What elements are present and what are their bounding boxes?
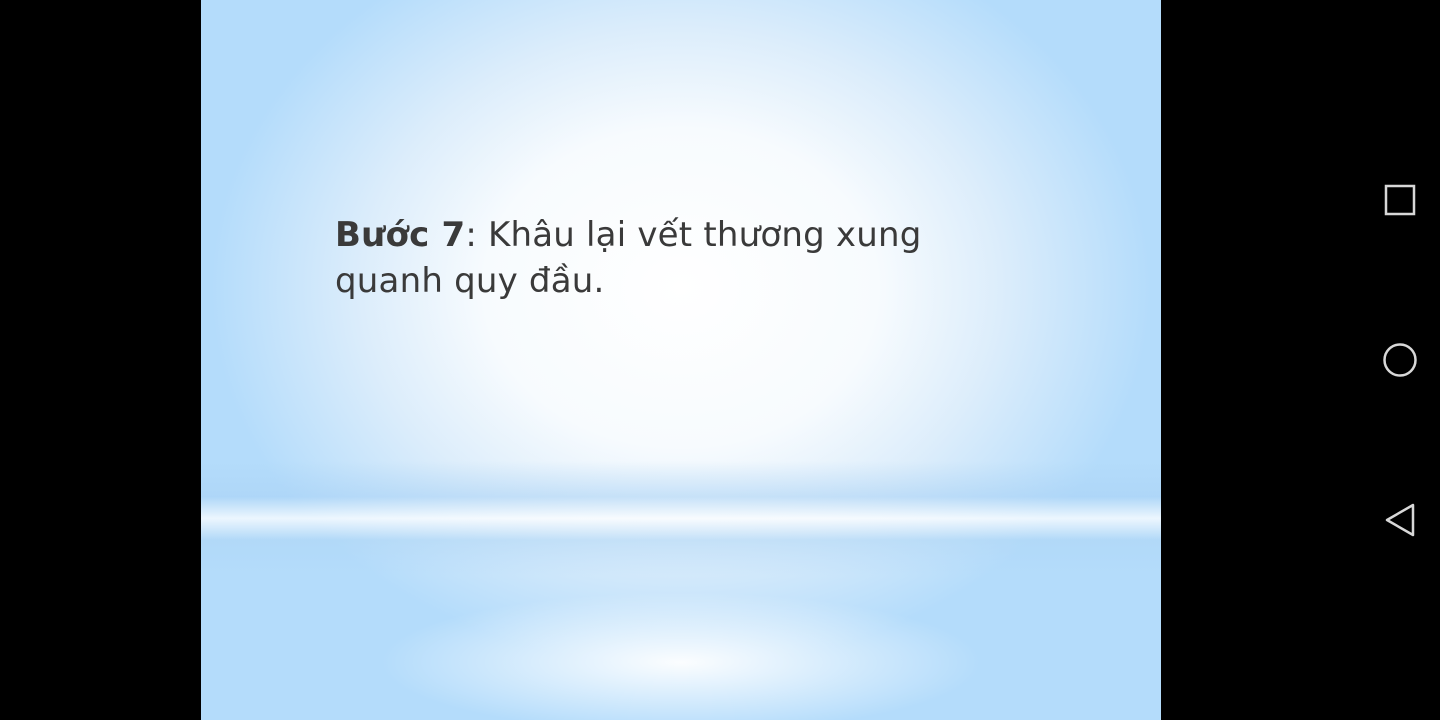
- navigation-bar: [1360, 0, 1440, 720]
- home-button[interactable]: [1380, 340, 1420, 380]
- recents-button[interactable]: [1380, 180, 1420, 220]
- back-button[interactable]: [1380, 500, 1420, 540]
- step-label: Bước 7: [335, 215, 466, 255]
- presentation-slide: Bước 7: Khâu lại vết thương xung quanh q…: [201, 0, 1161, 720]
- square-icon: [1384, 184, 1416, 216]
- screen: Bước 7: Khâu lại vết thương xung quanh q…: [0, 0, 1440, 720]
- slide-body-text: Bước 7: Khâu lại vết thương xung quanh q…: [335, 212, 935, 304]
- triangle-left-icon: [1385, 503, 1415, 537]
- circle-icon: [1383, 343, 1417, 377]
